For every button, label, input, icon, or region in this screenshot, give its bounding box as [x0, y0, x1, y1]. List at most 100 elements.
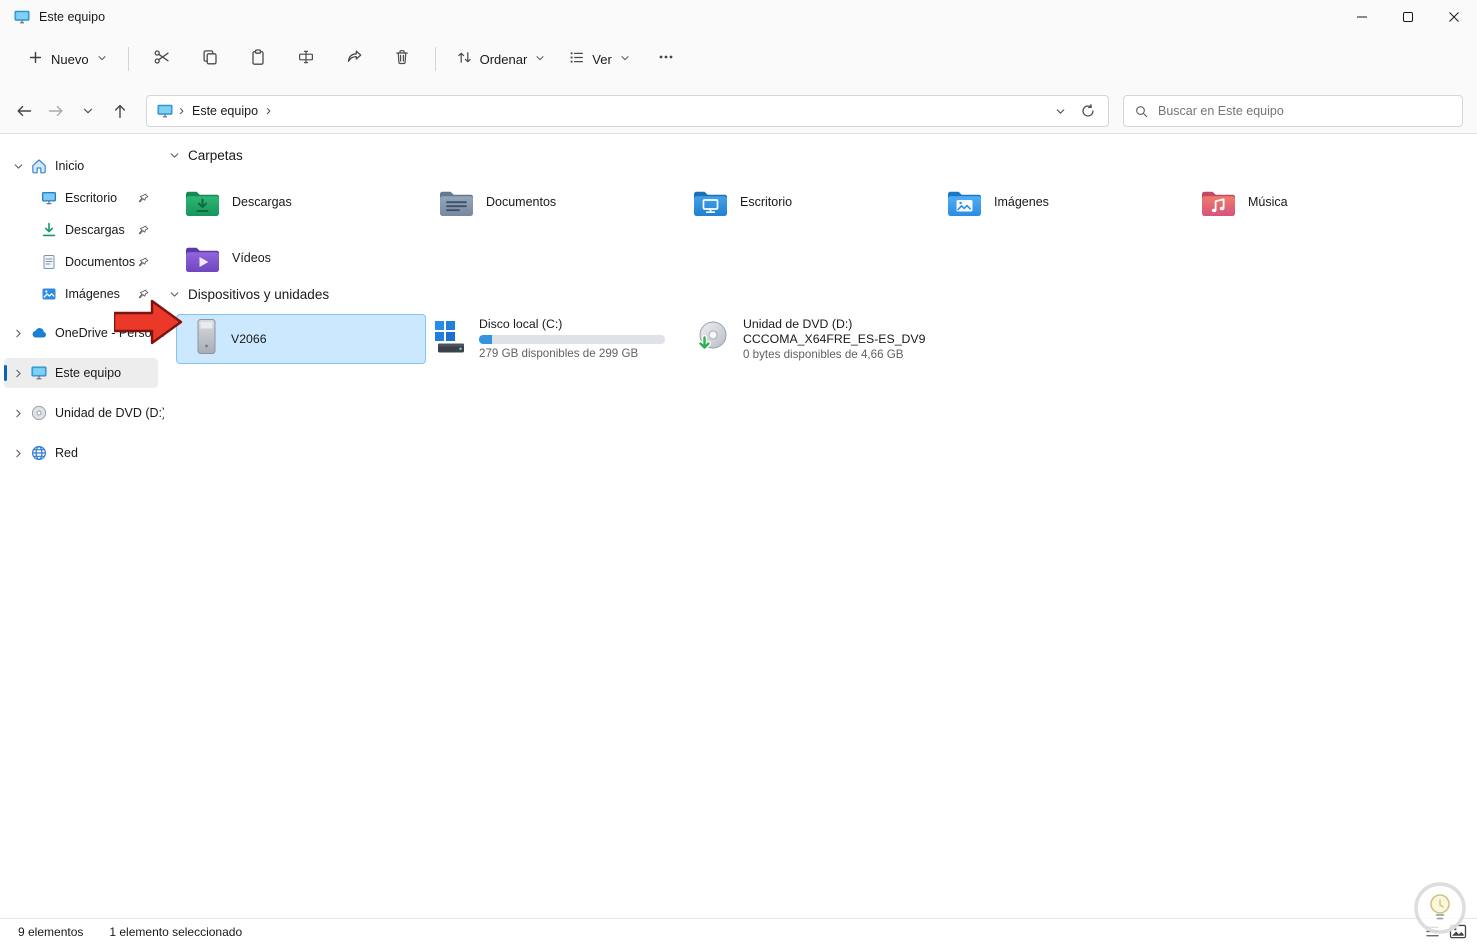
sidebar-item-label: OneDrive - Personal [55, 326, 169, 340]
documents-icon [40, 253, 58, 271]
rename-icon [297, 48, 315, 71]
sidebar-item-label: Inicio [55, 159, 85, 173]
refresh-icon [1082, 103, 1094, 117]
this-pc-icon [14, 9, 30, 25]
sort-button-label: Ordenar [479, 51, 528, 67]
delete-button[interactable] [383, 42, 421, 76]
sidebar-item-dvd[interactable]: Unidad de DVD (D:) [4, 398, 166, 428]
drive-tile-v2066[interactable]: V2066 [176, 314, 426, 364]
file-explorer-window: Este equipo Nuevo Ordenar Ver › Este equ… [0, 0, 1477, 944]
sidebar-item-label: Unidad de DVD (D:) [55, 406, 167, 420]
plus-icon [27, 49, 44, 69]
copy-button[interactable] [191, 42, 229, 76]
view-button-label: Ver [592, 51, 612, 67]
home-icon [30, 157, 48, 175]
cut-button[interactable] [143, 42, 181, 76]
share-icon [345, 48, 363, 71]
chevron-right-icon[interactable] [12, 407, 26, 420]
folders-section-title: Carpetas [188, 148, 243, 163]
folder-label: Música [1248, 195, 1288, 209]
chevron-right-icon[interactable] [12, 327, 26, 340]
details-view-button[interactable] [1424, 924, 1441, 939]
pin-icon [137, 288, 150, 301]
sidebar-item-este-equipo[interactable]: Este equipo [4, 358, 158, 388]
drive-tile-local-disk[interactable]: Disco local (C:) 279 GB disponibles de 2… [430, 314, 680, 364]
forward-button[interactable] [40, 95, 72, 127]
sidebar-item-label: Red [55, 446, 78, 460]
sidebar-item-inicio[interactable]: Inicio [4, 151, 158, 181]
chevron-right-icon[interactable] [12, 447, 26, 460]
downloads-folder-icon [185, 188, 220, 217]
arrow-up-icon [114, 104, 126, 119]
navigation-bar: › Este equipo › [0, 88, 1477, 134]
new-button[interactable]: Nuevo [16, 42, 119, 76]
pin-icon [137, 256, 150, 269]
window-chrome: Este equipo Nuevo Ordenar Ver › Este equ… [0, 0, 1477, 134]
copy-icon [201, 48, 219, 71]
share-button[interactable] [335, 42, 373, 76]
folder-tile-descargas[interactable]: Descargas [176, 176, 426, 228]
thumbnail-view-button[interactable] [1449, 924, 1467, 939]
volume-label: CCCOMA_X64FRE_ES-ES_DV9 [743, 331, 926, 346]
pictures-icon [40, 285, 58, 303]
network-icon [30, 444, 48, 462]
chevron-down-icon[interactable] [12, 160, 26, 173]
folder-label: Descargas [232, 195, 292, 209]
sidebar-item-onedrive[interactable]: OneDrive - Personal [4, 318, 168, 348]
dvd-icon [30, 404, 48, 422]
arrow-left-icon [17, 105, 32, 117]
folder-label: Imágenes [994, 195, 1049, 209]
onedrive-icon [30, 324, 48, 342]
arrow-right-icon [48, 105, 63, 117]
sort-icon [456, 49, 473, 69]
sidebar-item-descargas[interactable]: Descargas [4, 215, 158, 245]
up-button[interactable] [104, 95, 136, 127]
folder-label: Documentos [486, 195, 557, 209]
back-button[interactable] [8, 95, 40, 127]
search-box[interactable] [1123, 95, 1463, 127]
folder-tile-escritorio[interactable]: Escritorio [684, 176, 934, 228]
folder-tile-documentos[interactable]: Documentos [430, 176, 680, 228]
view-icon [568, 49, 585, 69]
view-button[interactable]: Ver [557, 42, 642, 76]
address-dropdown-button[interactable] [1046, 97, 1074, 125]
paste-button[interactable] [239, 42, 277, 76]
breadcrumb-chevron-icon[interactable]: › [266, 102, 271, 119]
sidebar-item-red[interactable]: Red [4, 438, 158, 468]
sidebar-item-escritorio[interactable]: Escritorio [4, 183, 158, 213]
status-bar: 9 elementos 1 elemento seleccionado [0, 918, 1477, 944]
desktop-icon [40, 189, 58, 207]
chevron-right-icon[interactable] [12, 367, 26, 380]
navigation-pane: Inicio Escritorio Descargas Documentos I… [0, 135, 168, 918]
recent-locations-button[interactable] [72, 95, 104, 127]
breadcrumb-item-this-pc[interactable]: Este equipo [192, 104, 258, 118]
address-bar[interactable]: › Este equipo › [146, 95, 1109, 127]
sidebar-item-label: Descargas [65, 223, 125, 237]
folders-section-header[interactable]: Carpetas [168, 148, 243, 163]
minimize-button[interactable] [1339, 0, 1385, 34]
capacity-fill [479, 335, 493, 344]
chevron-down-icon[interactable] [168, 288, 181, 301]
refresh-button[interactable] [1074, 97, 1102, 125]
rename-button[interactable] [287, 42, 325, 76]
chevron-down-icon [83, 108, 93, 114]
sort-button[interactable]: Ordenar [445, 42, 558, 76]
folder-tile-musica[interactable]: Música [1192, 176, 1442, 228]
sidebar-item-imagenes[interactable]: Imágenes [4, 279, 158, 309]
free-space-text: 279 GB disponibles de 299 GB [479, 347, 639, 360]
more-button[interactable] [647, 42, 685, 76]
devices-section-header[interactable]: Dispositivos y unidades [168, 287, 329, 302]
chevron-down-icon[interactable] [168, 149, 181, 162]
folder-tile-videos[interactable]: Vídeos [176, 232, 426, 284]
folder-tile-imagenes[interactable]: Imágenes [938, 176, 1188, 228]
sidebar-item-documentos[interactable]: Documentos [4, 247, 158, 277]
drive-tile-dvd[interactable]: Unidad de DVD (D:) CCCOMA_X64FRE_ES-ES_D… [684, 314, 934, 364]
paste-icon [249, 48, 267, 71]
this-pc-icon [157, 103, 173, 119]
search-input[interactable] [1158, 104, 1452, 118]
maximize-button[interactable] [1385, 0, 1431, 34]
sidebar-item-label: Este equipo [55, 366, 122, 380]
close-button[interactable] [1431, 0, 1477, 34]
selection-count: 1 elemento seleccionado [109, 924, 243, 939]
sidebar-item-label: Escritorio [65, 191, 118, 205]
